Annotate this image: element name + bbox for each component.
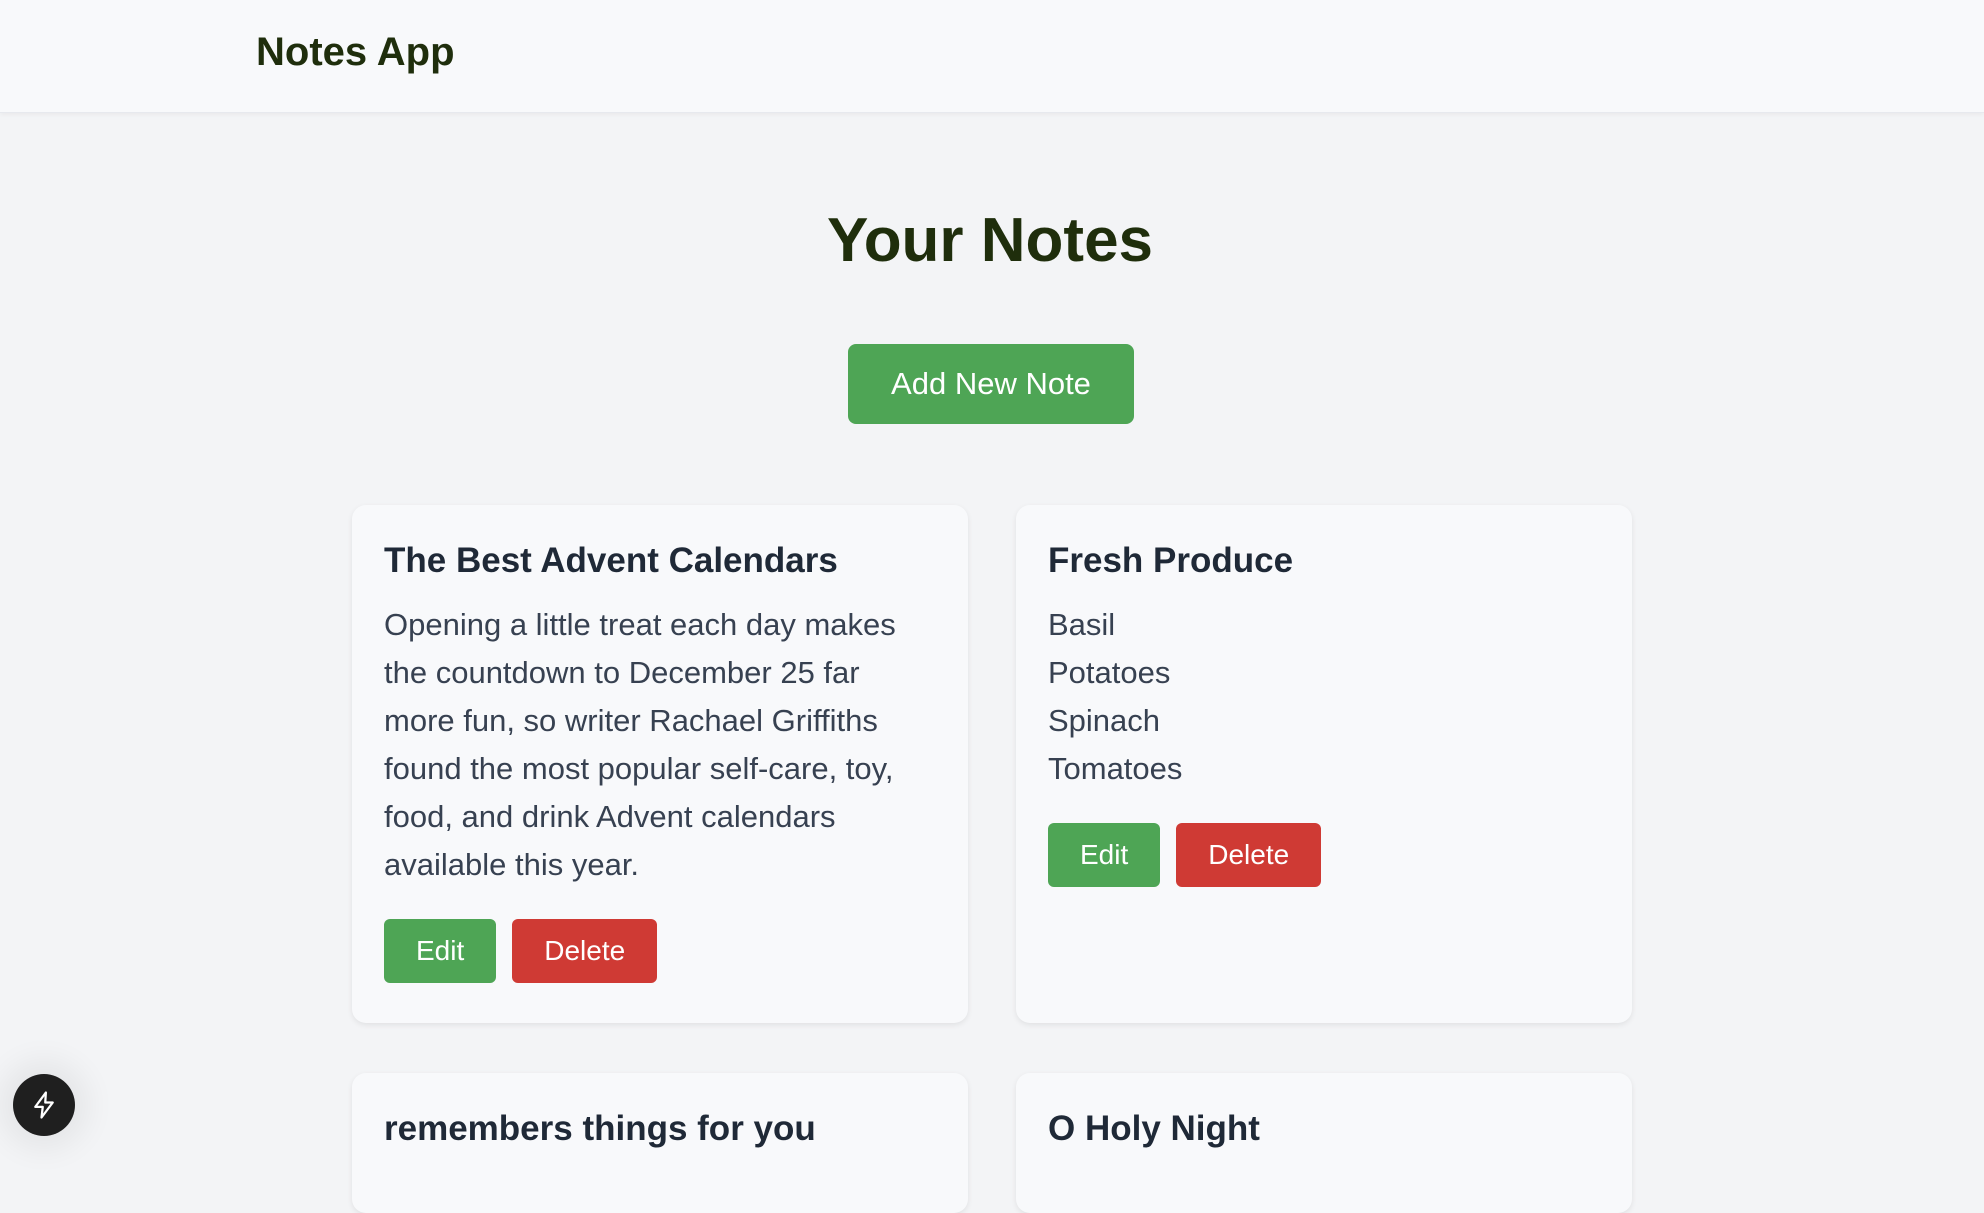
note-content-line: found the most popular self-care, toy,	[384, 751, 894, 786]
note-content-line: Basil	[1048, 607, 1116, 642]
note-content-line: the countdown to December 25 far	[384, 655, 860, 690]
note-card: The Best Advent Calendars Opening a litt…	[352, 505, 968, 1023]
dev-tools-button[interactable]	[13, 1074, 75, 1136]
edit-note-button[interactable]: Edit	[1048, 823, 1161, 887]
delete-note-button[interactable]: Delete	[1176, 823, 1322, 887]
note-content-line: Spinach	[1048, 703, 1161, 738]
note-card: remembers things for you	[352, 1073, 968, 1213]
page-title: Your Notes	[826, 206, 1154, 275]
note-actions: Edit Delete	[384, 919, 936, 983]
edit-note-button[interactable]: Edit	[384, 919, 497, 983]
note-title: O Holy Night	[1048, 1109, 1260, 1148]
note-content-line: more fun, so writer Rachael Griffiths	[384, 703, 878, 738]
note-content: Opening a little treat each day makes th…	[384, 601, 936, 889]
note-content-line: food, and drink Advent calendars	[384, 799, 836, 834]
app-brand[interactable]: Notes App	[256, 30, 455, 74]
note-actions: Edit Delete	[1048, 823, 1600, 887]
note-card: Fresh Produce Basil Potatoes Spinach Tom…	[1016, 505, 1632, 1023]
note-title: Fresh Produce	[1048, 541, 1294, 580]
add-new-note-button[interactable]: Add New Note	[848, 344, 1134, 424]
navbar: Notes App	[0, 0, 1984, 113]
lightning-bolt-icon	[34, 1091, 54, 1119]
note-title: The Best Advent Calendars	[384, 541, 838, 580]
delete-note-button[interactable]: Delete	[512, 919, 658, 983]
note-content-line: Tomatoes	[1048, 751, 1183, 786]
note-content-line: available this year.	[384, 847, 640, 882]
note-content-line: Opening a little treat each day makes	[384, 607, 896, 642]
note-title: remembers things for you	[384, 1109, 816, 1148]
note-content-line: Potatoes	[1048, 655, 1171, 690]
note-content: Basil Potatoes Spinach Tomatoes	[1048, 601, 1600, 793]
note-card: O Holy Night	[1016, 1073, 1632, 1213]
